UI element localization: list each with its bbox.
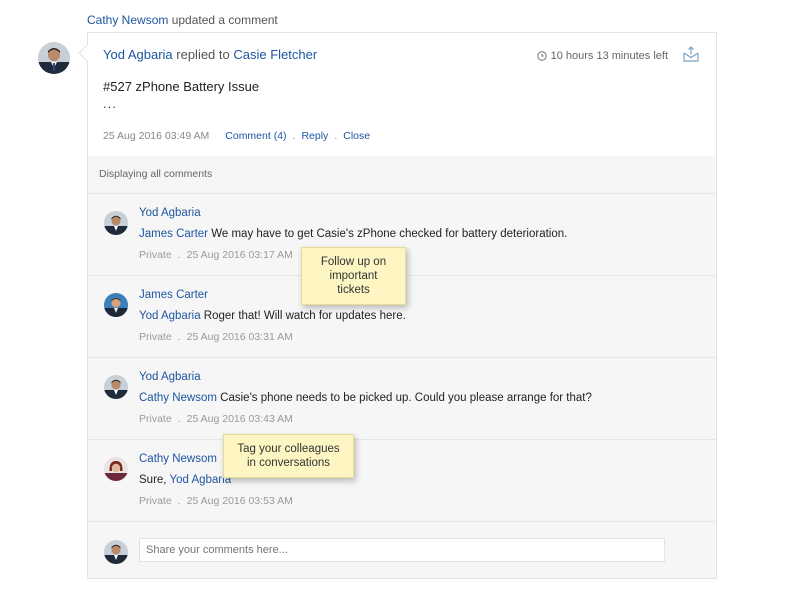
comment-count-link[interactable]: Comment (4): [225, 130, 286, 142]
comment-meta: Private. 25 Aug 2016 03:53 AM: [139, 495, 293, 507]
comment-body: Sure, Yod Agbaria: [139, 474, 231, 486]
replier-link[interactable]: Yod Agbaria: [103, 47, 173, 62]
cathy-newsom-avatar[interactable]: [104, 457, 128, 481]
yod-agbaria-avatar[interactable]: [38, 42, 70, 74]
current-user-avatar: [104, 540, 128, 564]
meta-separator: .: [177, 331, 181, 343]
comment-visibility: Private: [139, 413, 172, 425]
comment-date: 25 Aug 2016 03:43 AM: [186, 413, 293, 425]
comment-date: 25 Aug 2016 03:53 AM: [186, 495, 293, 507]
close-link[interactable]: Close: [343, 130, 370, 142]
comment-text: We may have to get Casie's zPhone checke…: [208, 228, 568, 240]
yod-agbaria-avatar[interactable]: [104, 211, 128, 235]
meta-separator: .: [177, 249, 181, 261]
recipient-link[interactable]: Casie Fletcher: [233, 47, 317, 62]
activity-actor-link[interactable]: Cathy Newsom: [87, 13, 168, 27]
ticket-ellipsis: ...: [103, 96, 117, 111]
comment-mention-link[interactable]: Cathy Newsom: [139, 392, 217, 404]
comment-body: James Carter We may have to get Casie's …: [139, 228, 567, 240]
comments-section: Displaying all comments Yod Agbaria Jame…: [88, 156, 716, 578]
reply-link[interactable]: Reply: [301, 130, 328, 142]
comment-author-link[interactable]: James Carter: [139, 289, 208, 301]
james-carter-avatar[interactable]: [104, 293, 128, 317]
ticket-date: 25 Aug 2016 03:49 AM: [103, 130, 210, 142]
comment-meta: Private. 25 Aug 2016 03:17 AM: [139, 249, 293, 261]
comment-item: Cathy Newsom Sure, Yod Agbaria Private. 2…: [88, 439, 716, 521]
comment-author-link[interactable]: Yod Agbaria: [139, 371, 201, 383]
comment-date: 25 Aug 2016 03:17 AM: [186, 249, 293, 261]
ticket-summary: Yod Agbaria replied to Casie Fletcher 10…: [88, 33, 716, 156]
envelope-reply-icon[interactable]: [682, 45, 700, 63]
comment-text: Roger that! Will watch for updates here.: [200, 310, 406, 322]
reply-box: [88, 522, 716, 578]
comment-visibility: Private: [139, 331, 172, 343]
ticket-title[interactable]: #527 zPhone Battery Issue: [103, 79, 259, 94]
replied-to-text: replied to: [176, 47, 230, 62]
tooltip-line: important tickets: [329, 270, 378, 296]
comment-input[interactable]: [139, 538, 665, 562]
comment-author-link[interactable]: Cathy Newsom: [139, 453, 217, 465]
comment-meta: Private. 25 Aug 2016 03:43 AM: [139, 413, 293, 425]
comment-text: Casie's phone needs to be picked up. Cou…: [216, 392, 592, 404]
yod-agbaria-avatar[interactable]: [104, 375, 128, 399]
comment-author-link[interactable]: Yod Agbaria: [139, 207, 201, 219]
time-left: 10 hours 13 minutes left: [536, 50, 668, 62]
comment-meta: Private. 25 Aug 2016 03:31 AM: [139, 331, 293, 343]
comment-item: Yod Agbaria Cathy Newsom Casie's phone n…: [88, 357, 716, 439]
follow-up-tooltip: Follow up on important tickets: [301, 247, 406, 305]
time-left-text: 10 hours 13 minutes left: [550, 50, 668, 62]
meta-separator: .: [334, 130, 338, 142]
replied-line: Yod Agbaria replied to Casie Fletcher: [103, 47, 317, 62]
comment-date: 25 Aug 2016 03:31 AM: [186, 331, 293, 343]
activity-header: Cathy Newsom updated a comment: [87, 13, 278, 27]
tooltip-line: Follow up on: [320, 256, 387, 268]
comment-mention-link[interactable]: Yod Agbaria: [139, 310, 201, 322]
comments-heading: Displaying all comments: [99, 168, 213, 180]
tooltip-line: Tag your colleagues: [237, 443, 340, 455]
clock-icon: [536, 51, 547, 61]
meta-separator: .: [292, 130, 296, 142]
comment-visibility: Private: [139, 495, 172, 507]
ticket-card: Yod Agbaria replied to Casie Fletcher 10…: [78, 32, 717, 579]
comment-mention-link[interactable]: James Carter: [139, 228, 208, 240]
comment-text: Sure,: [139, 474, 170, 486]
activity-action: updated a comment: [171, 13, 278, 27]
tooltip-line: in conversations: [246, 457, 331, 469]
ticket-meta: 25 Aug 2016 03:49 AM Comment (4) . Reply…: [103, 130, 370, 142]
meta-separator: .: [177, 413, 181, 425]
tag-colleagues-tooltip: Tag your colleagues in conversations: [223, 434, 354, 478]
comment-visibility: Private: [139, 249, 172, 261]
comment-body: Yod Agbaria Roger that! Will watch for u…: [139, 310, 406, 322]
comment-body: Cathy Newsom Casie's phone needs to be p…: [139, 392, 592, 404]
meta-separator: .: [177, 495, 181, 507]
comment-mention-link[interactable]: Yod Agbaria: [169, 474, 231, 486]
